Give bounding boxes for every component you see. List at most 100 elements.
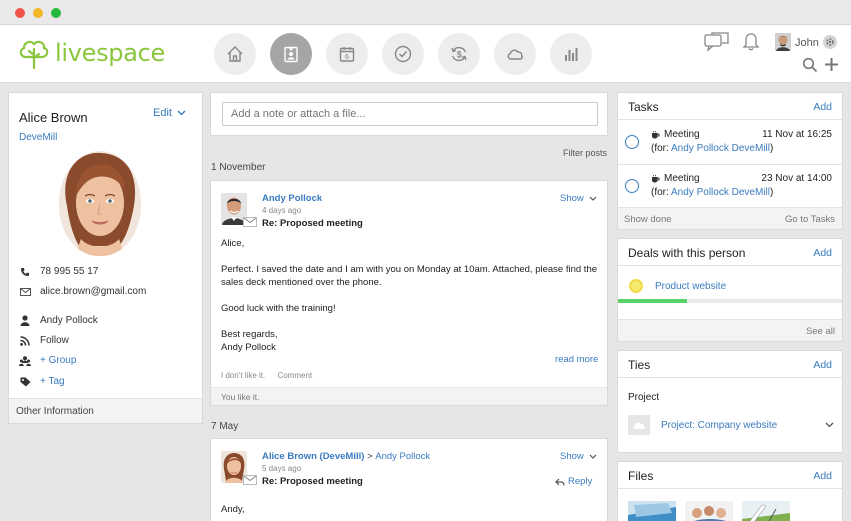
task-title-row: Meeting — [651, 173, 700, 184]
livespace-logo[interactable]: livespace — [17, 36, 165, 70]
check-circle-icon — [394, 45, 412, 63]
post-body-line: Alice, — [221, 238, 245, 249]
user-avatar[interactable] — [775, 33, 791, 51]
tasks-header: Tasks Add — [618, 93, 842, 120]
contact-company-link[interactable]: DeveMill — [19, 132, 57, 143]
email-source-icon — [243, 475, 257, 485]
nav-reports-button[interactable] — [550, 33, 592, 75]
chevron-down-icon[interactable] — [825, 422, 834, 428]
post-author-link[interactable]: Alice Brown (DeveMill) — [262, 451, 364, 462]
add-file-button[interactable]: Add — [813, 470, 832, 482]
post-subject: Re: Proposed meeting — [262, 476, 363, 487]
calendar-day: 6 — [345, 54, 349, 61]
task-checkbox[interactable] — [625, 135, 639, 149]
add-deal-button[interactable]: Add — [813, 247, 832, 259]
search-button[interactable] — [802, 57, 818, 73]
contact-phone-row[interactable]: 78 995 55 17 — [19, 266, 98, 277]
other-information-toggle[interactable]: Other Information — [9, 398, 202, 423]
post-body-line: Good luck with the training! — [221, 303, 336, 314]
contact-email: alice.brown@gmail.com — [40, 286, 147, 297]
deal-status-indicator — [629, 279, 643, 293]
nav-calendar-button[interactable]: 6 — [326, 33, 368, 75]
task-for-prefix: (for: — [651, 187, 669, 198]
messages-button[interactable] — [704, 32, 730, 52]
filter-posts-button[interactable]: Filter posts — [563, 148, 607, 158]
nav-home-button[interactable] — [214, 33, 256, 75]
post-body-line: Perfect. I saved the date and I am with … — [221, 264, 598, 288]
go-to-tasks-button[interactable]: Go to Tasks — [785, 214, 835, 225]
edit-contact-button[interactable]: Edit — [153, 107, 186, 119]
task-person-link[interactable]: Andy Pollock — [671, 187, 729, 198]
user-name[interactable]: John — [795, 37, 819, 49]
contact-phone: 78 995 55 17 — [40, 266, 99, 277]
task-checkbox[interactable] — [625, 179, 639, 193]
chevron-down-icon — [589, 454, 597, 459]
ties-title: Ties — [628, 358, 651, 372]
task-title: Meeting — [664, 129, 700, 140]
close-window-button[interactable] — [15, 8, 25, 18]
contact-email-row[interactable]: alice.brown@gmail.com — [19, 286, 146, 297]
note-input[interactable] — [222, 102, 598, 126]
add-group-button[interactable]: + Group — [19, 355, 76, 366]
files-header: Files Add — [618, 462, 842, 489]
nav-contacts-button[interactable] — [270, 33, 312, 75]
project-link[interactable]: Project: Company website — [661, 420, 825, 431]
chevron-down-icon — [589, 196, 597, 201]
follow-button[interactable]: Follow — [19, 335, 69, 346]
ties-section-label: Project — [628, 392, 660, 403]
task-date: 23 Nov at 14:00 — [761, 173, 832, 184]
file-thumbnails — [628, 501, 790, 521]
deal-progress-bar — [618, 299, 842, 303]
post-show-button[interactable]: Show — [560, 451, 597, 462]
add-tag-button[interactable]: + Tag — [19, 376, 65, 387]
post-body: Alice, Perfect. I saved the date and I a… — [221, 237, 599, 354]
post-recipient-link[interactable]: Andy Pollock — [375, 451, 430, 462]
see-all-deals-button[interactable]: See all — [806, 326, 835, 337]
reply-button[interactable]: Reply — [555, 476, 592, 487]
coffee-cup-icon — [652, 174, 660, 182]
task-for-row: (for: Andy Pollock DeveMill) — [651, 143, 773, 154]
task-company-link[interactable]: DeveMill — [732, 143, 770, 154]
read-more-link[interactable]: read more — [555, 354, 598, 365]
project-tie-row[interactable]: Project: Company website — [628, 414, 834, 436]
add-tie-button[interactable]: Add — [813, 359, 832, 371]
user-settings-button[interactable] — [823, 35, 837, 49]
cloud-icon — [507, 49, 523, 60]
coffee-cup-icon — [652, 130, 660, 138]
person-icon — [20, 315, 30, 326]
nav-cloud-button[interactable] — [494, 33, 536, 75]
comment-button[interactable]: Comment — [277, 371, 312, 380]
deal-link[interactable]: Product website — [655, 281, 726, 292]
file-thumbnail[interactable] — [628, 501, 676, 521]
calendar-icon: 6 — [339, 47, 355, 62]
file-thumbnail[interactable] — [742, 501, 790, 521]
nav-tasks-button[interactable] — [382, 33, 424, 75]
show-label: Show — [560, 451, 584, 462]
file-thumbnail[interactable] — [685, 501, 733, 521]
search-icon — [802, 57, 818, 73]
post-author-link[interactable]: Andy Pollock — [262, 193, 322, 204]
task-item: Meeting 23 Nov at 14:00 (for: Andy Pollo… — [618, 165, 842, 209]
task-date: 11 Nov at 16:25 — [762, 129, 832, 140]
edit-label: Edit — [153, 107, 172, 119]
home-icon — [227, 46, 243, 62]
post-show-button[interactable]: Show — [560, 193, 597, 204]
minimize-window-button[interactable] — [33, 8, 43, 18]
post-time: 4 days ago — [262, 206, 302, 215]
task-person-link[interactable]: Andy Pollock — [671, 143, 729, 154]
add-task-button[interactable]: Add — [813, 101, 832, 113]
tasks-footer: Show done Go to Tasks — [618, 207, 842, 229]
notifications-button[interactable] — [742, 31, 760, 51]
chevron-down-icon — [177, 110, 186, 116]
add-button[interactable] — [824, 57, 839, 72]
maximize-window-button[interactable] — [51, 8, 61, 18]
show-done-button[interactable]: Show done — [624, 214, 672, 225]
dislike-button[interactable]: I don't like it. — [221, 371, 265, 380]
nav-deals-button[interactable]: $ — [438, 33, 480, 75]
contact-owner-row[interactable]: Andy Pollock — [19, 315, 98, 326]
contact-name: Alice Brown — [19, 110, 88, 125]
task-company-link[interactable]: DeveMill — [732, 187, 770, 198]
task-for-suffix: ) — [769, 187, 774, 198]
post-direction-arrow: > — [367, 451, 373, 462]
deals-title: Deals with this person — [628, 246, 746, 260]
